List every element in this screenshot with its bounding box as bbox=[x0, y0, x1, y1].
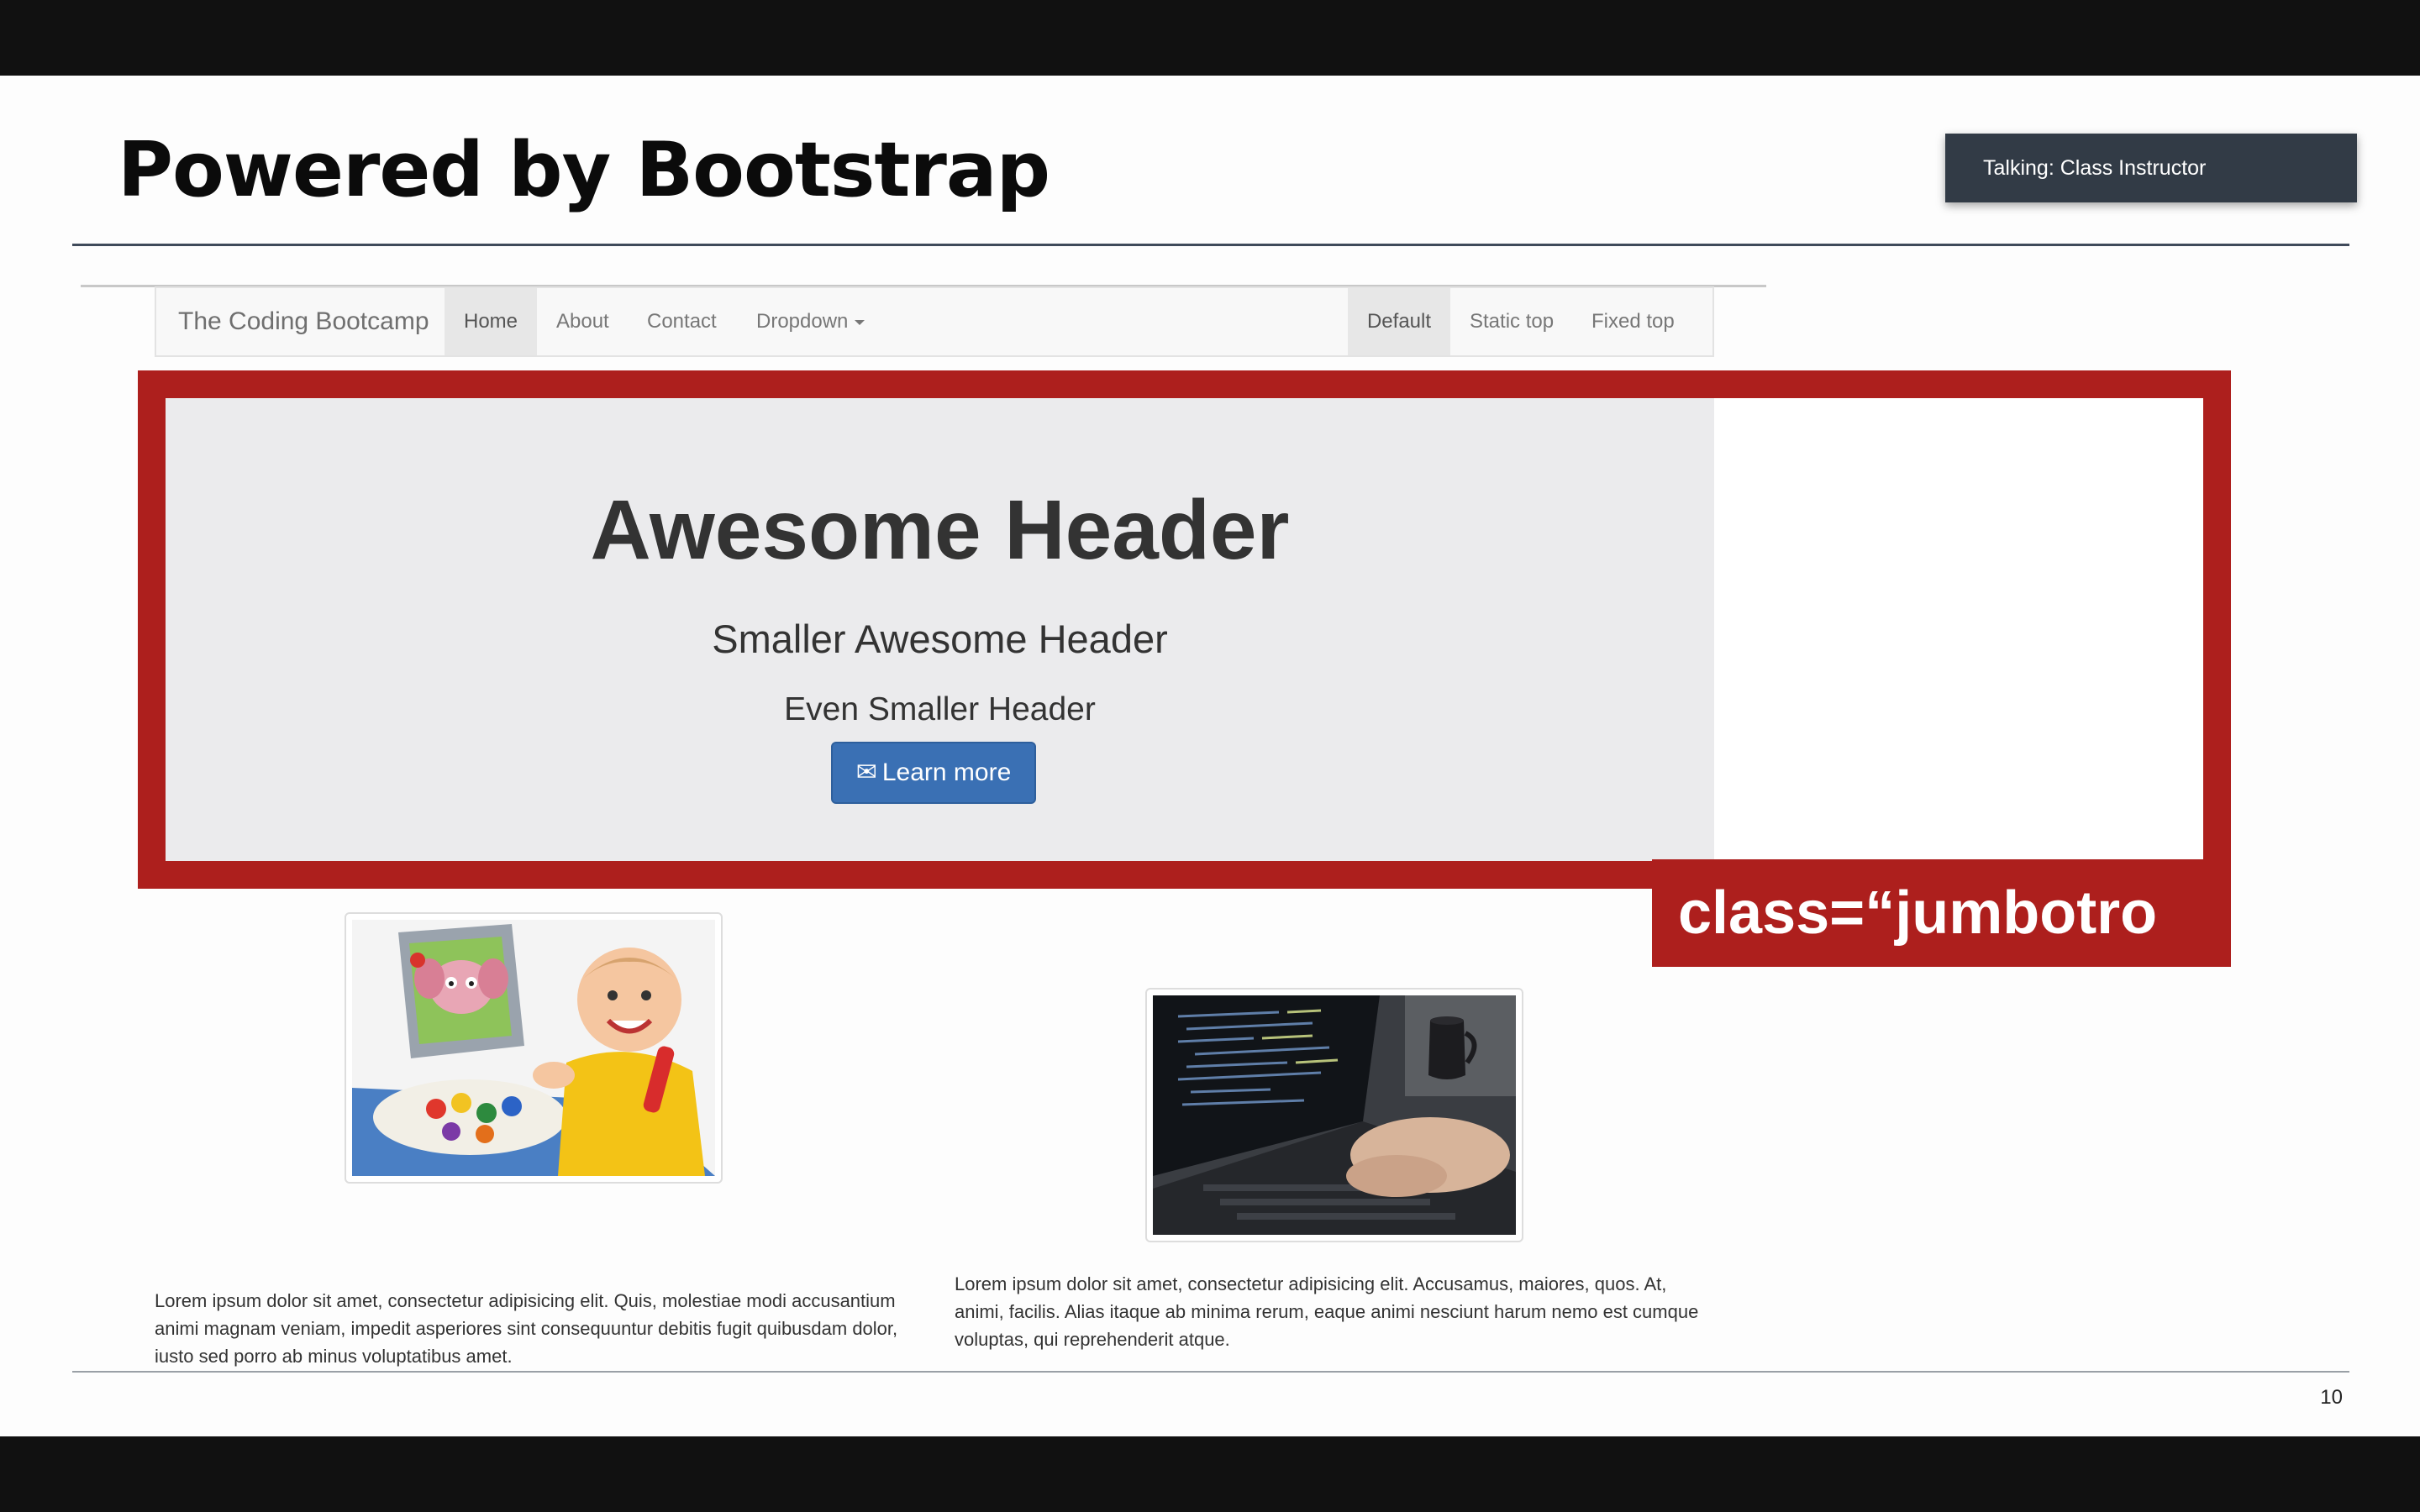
thumbnail-child[interactable] bbox=[345, 912, 723, 1184]
caret-down-icon bbox=[855, 319, 865, 325]
thumbnail-caption-1: Lorem ipsum dolor sit amet, consectetur … bbox=[155, 1290, 898, 1367]
nav-item-fixed-top[interactable]: Fixed top bbox=[1591, 288, 1675, 355]
page-number: 10 bbox=[2320, 1386, 2343, 1409]
title-divider bbox=[72, 244, 2349, 246]
nav-item-dropdown[interactable]: Dropdown bbox=[756, 288, 865, 355]
jumbotron-small-heading: Even Smaller Header bbox=[784, 691, 1096, 727]
nav-item-default[interactable]: Default bbox=[1348, 288, 1450, 355]
nav-item-home[interactable]: Home bbox=[445, 288, 537, 355]
slide-title: Powered by Bootstrap bbox=[118, 126, 1050, 214]
child-with-toy-computer-image bbox=[352, 920, 715, 1176]
learn-more-label: Learn more bbox=[881, 759, 1012, 786]
learn-more-button[interactable]: ✉ Learn more bbox=[831, 742, 1036, 804]
jumbotron-heading: Awesome Header bbox=[590, 483, 1290, 577]
speaker-notification-text: Talking: Class Instructor bbox=[1983, 155, 2207, 180]
jumbotron-highlight-frame: Awesome Header Smaller Awesome Header Ev… bbox=[138, 370, 2231, 967]
slide: Powered by Bootstrap Talking: Class Inst… bbox=[0, 76, 2420, 1436]
class-annotation-label: class=“jumbotro bbox=[1652, 859, 2231, 967]
nav-item-contact[interactable]: Contact bbox=[647, 288, 717, 355]
navbar-brand[interactable]: The Coding Bootcamp bbox=[178, 288, 429, 355]
nav-dropdown-label: Dropdown bbox=[756, 310, 849, 333]
thumbnail-caption-2: Lorem ipsum dolor sit amet, consectetur … bbox=[955, 1273, 1699, 1350]
nav-item-static-top[interactable]: Static top bbox=[1470, 288, 1554, 355]
hands-typing-laptop-image bbox=[1153, 995, 1516, 1235]
nav-item-about[interactable]: About bbox=[556, 288, 609, 355]
envelope-icon: ✉ bbox=[855, 759, 877, 786]
speaker-notification: Talking: Class Instructor bbox=[1945, 134, 2357, 202]
thumbnail-laptop[interactable] bbox=[1145, 988, 1523, 1242]
jumbotron: Awesome Header Smaller Awesome Header Ev… bbox=[166, 398, 1714, 861]
navbar: The Coding Bootcamp Home About Contact D… bbox=[155, 286, 1714, 357]
jumbotron-subheading: Smaller Awesome Header bbox=[712, 617, 1168, 661]
footer-divider bbox=[72, 1371, 2349, 1373]
